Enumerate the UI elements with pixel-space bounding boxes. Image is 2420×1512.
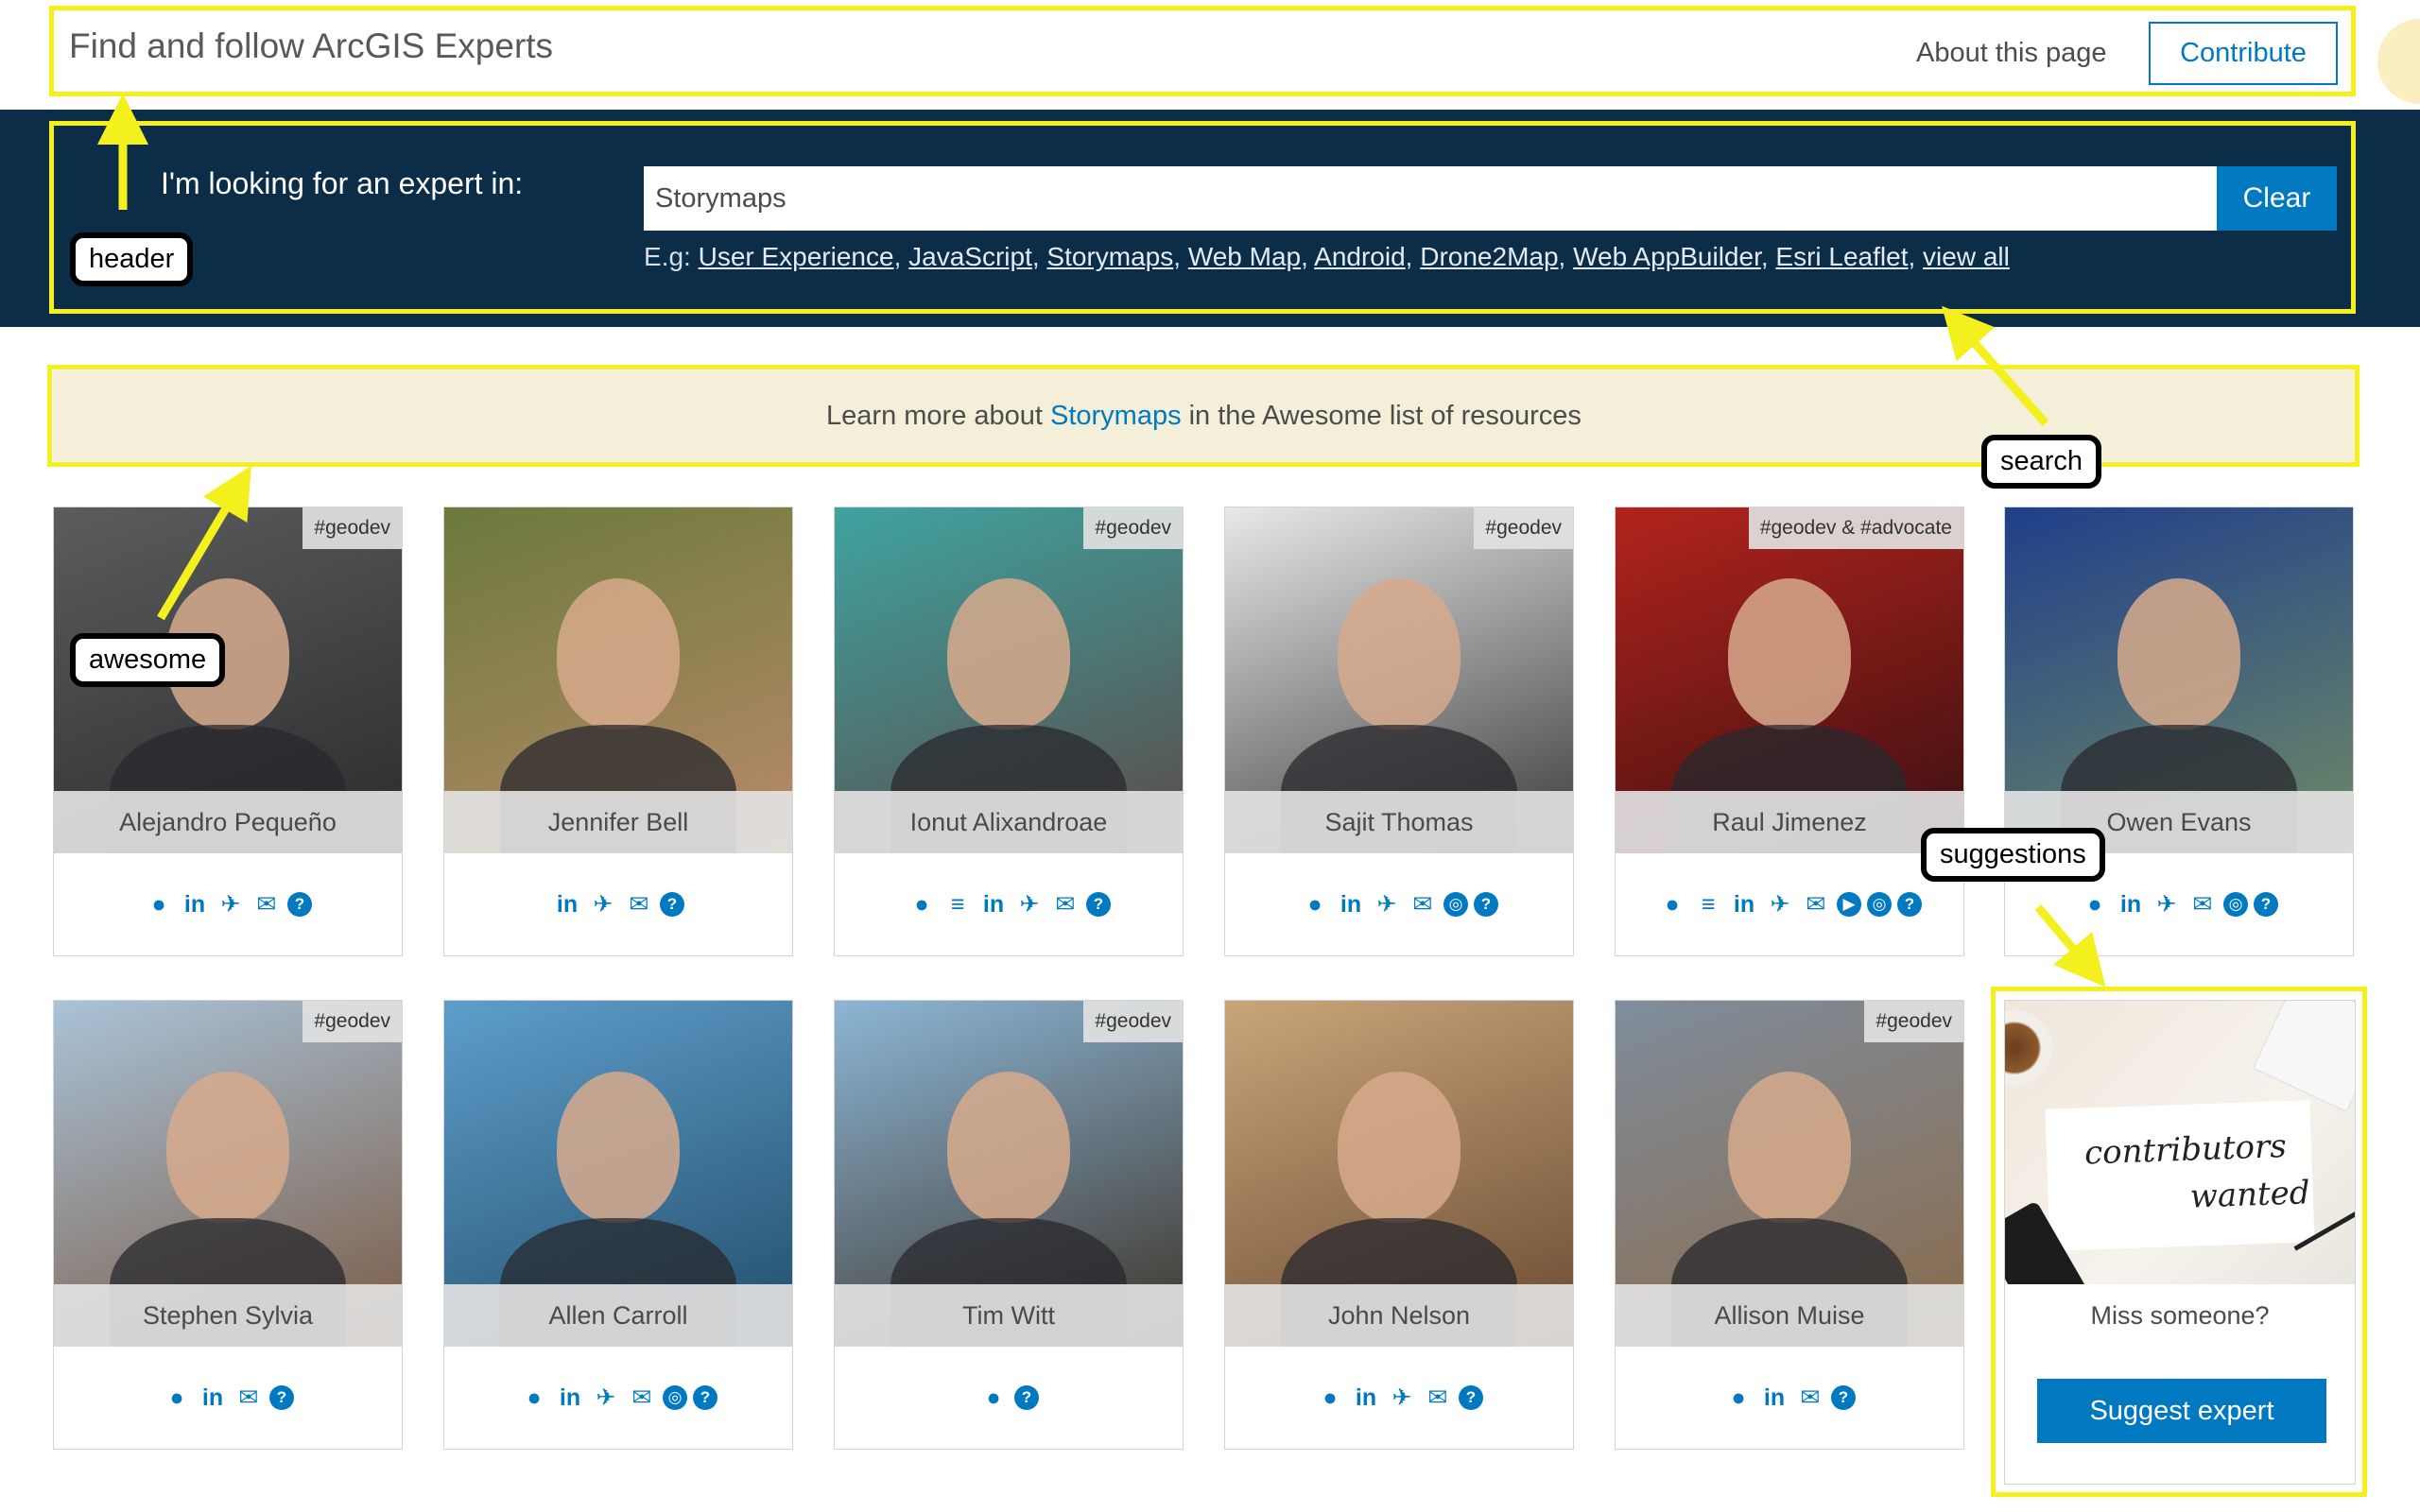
suggestions-arrow <box>2034 904 2106 988</box>
annotation-arrows <box>97 94 2106 988</box>
header-callout: header <box>70 232 194 286</box>
awesome-callout: awesome <box>70 633 226 687</box>
search-arrow <box>1942 305 2049 426</box>
search-callout: search <box>1981 435 2102 489</box>
suggestions-callout: suggestions <box>1921 828 2105 882</box>
awesome-arrow <box>157 465 251 621</box>
